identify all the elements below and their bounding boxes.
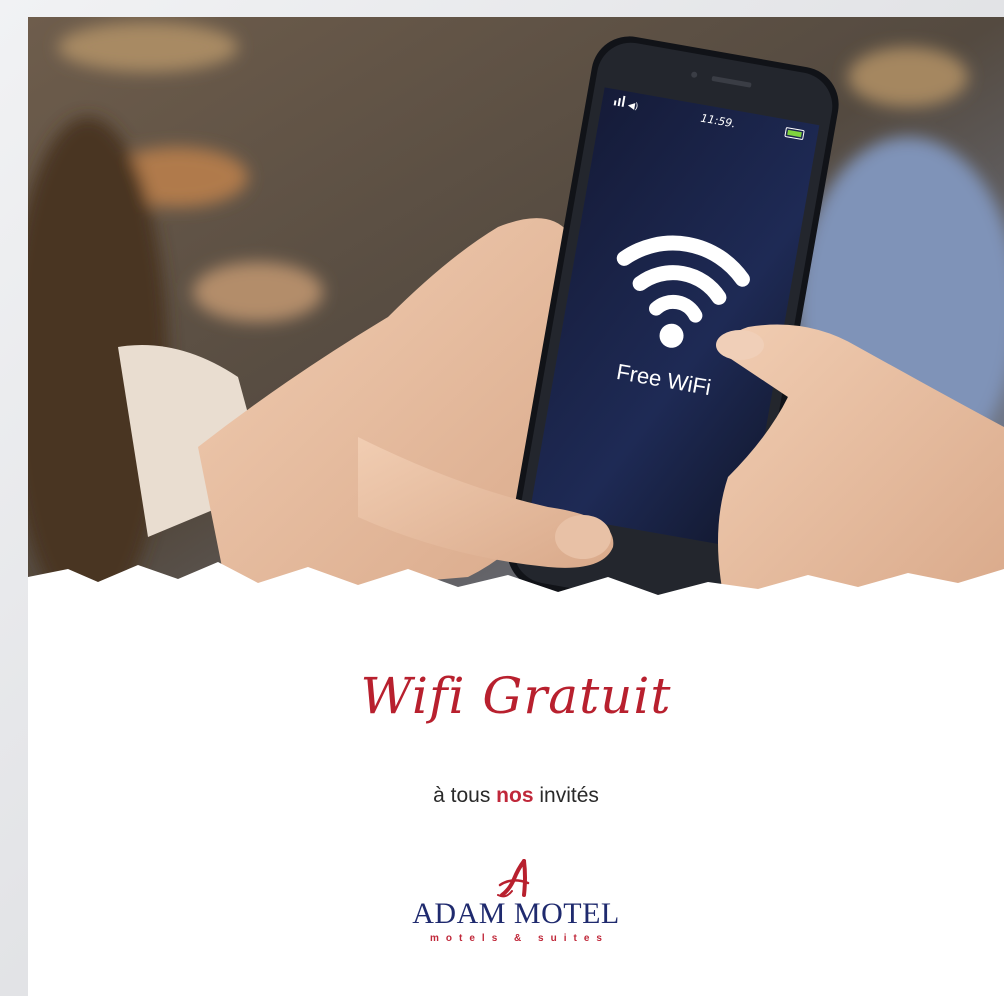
logo-tagline: motels & suites <box>430 933 609 944</box>
logo-name: Adam Motel <box>412 897 620 930</box>
adam-motel-logo: Adam Motel motels & suites <box>28 859 1004 944</box>
logo-a-monogram-icon <box>497 859 530 898</box>
subline-accent: nos <box>496 784 534 807</box>
headline: Wifi Gratuit <box>360 667 672 725</box>
thumbnail <box>555 515 611 559</box>
subline: à tous nos invités <box>28 784 1004 808</box>
index-finger-tip <box>716 330 764 360</box>
flyer-card: ◀) 11:59. Free WiFi Wifi Gratuit à tous … <box>28 17 1004 996</box>
subline-after: invités <box>539 784 599 807</box>
subline-before: à tous <box>433 784 491 807</box>
volume-icon: ◀) <box>627 101 639 113</box>
hero-photo: ◀) 11:59. Free WiFi <box>28 17 1004 617</box>
